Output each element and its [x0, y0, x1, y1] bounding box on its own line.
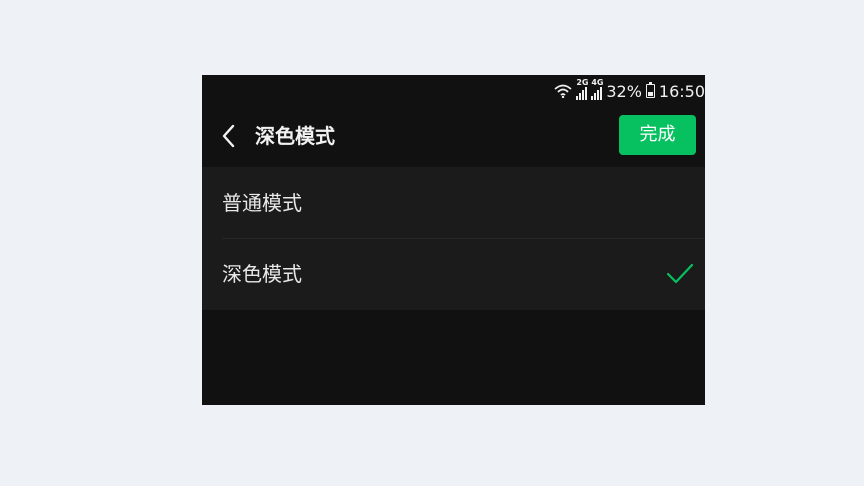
option-label: 普通模式: [222, 191, 302, 215]
phone-screen: 2G 4G 32% 16:50 深色模式 完成 普通模式 深色模式: [202, 75, 705, 405]
mode-options-list: 普通模式 深色模式: [202, 167, 705, 310]
battery-percent: 32%: [606, 81, 642, 101]
status-bar: 2G 4G 32% 16:50: [202, 75, 705, 105]
option-normal-mode[interactable]: 普通模式: [202, 167, 705, 239]
wifi-icon: [554, 84, 572, 98]
clock: 16:50: [658, 81, 705, 101]
network-type-label: 4G: [591, 78, 604, 87]
battery-icon: [645, 82, 655, 98]
option-label: 深色模式: [222, 262, 302, 286]
back-button[interactable]: [218, 121, 242, 151]
status-icons: 2G 4G 32% 16:50: [554, 78, 705, 102]
signal-icon: 2G: [576, 78, 589, 100]
option-dark-mode[interactable]: 深色模式: [202, 238, 705, 309]
checkmark-icon: [666, 263, 694, 284]
done-button[interactable]: 完成: [619, 115, 696, 155]
chevron-left-icon: [222, 124, 235, 148]
signal-icon: 4G: [591, 78, 604, 100]
nav-header: 深色模式 完成: [202, 105, 705, 167]
page-title: 深色模式: [255, 124, 335, 148]
network-type-label: 2G: [576, 78, 589, 87]
